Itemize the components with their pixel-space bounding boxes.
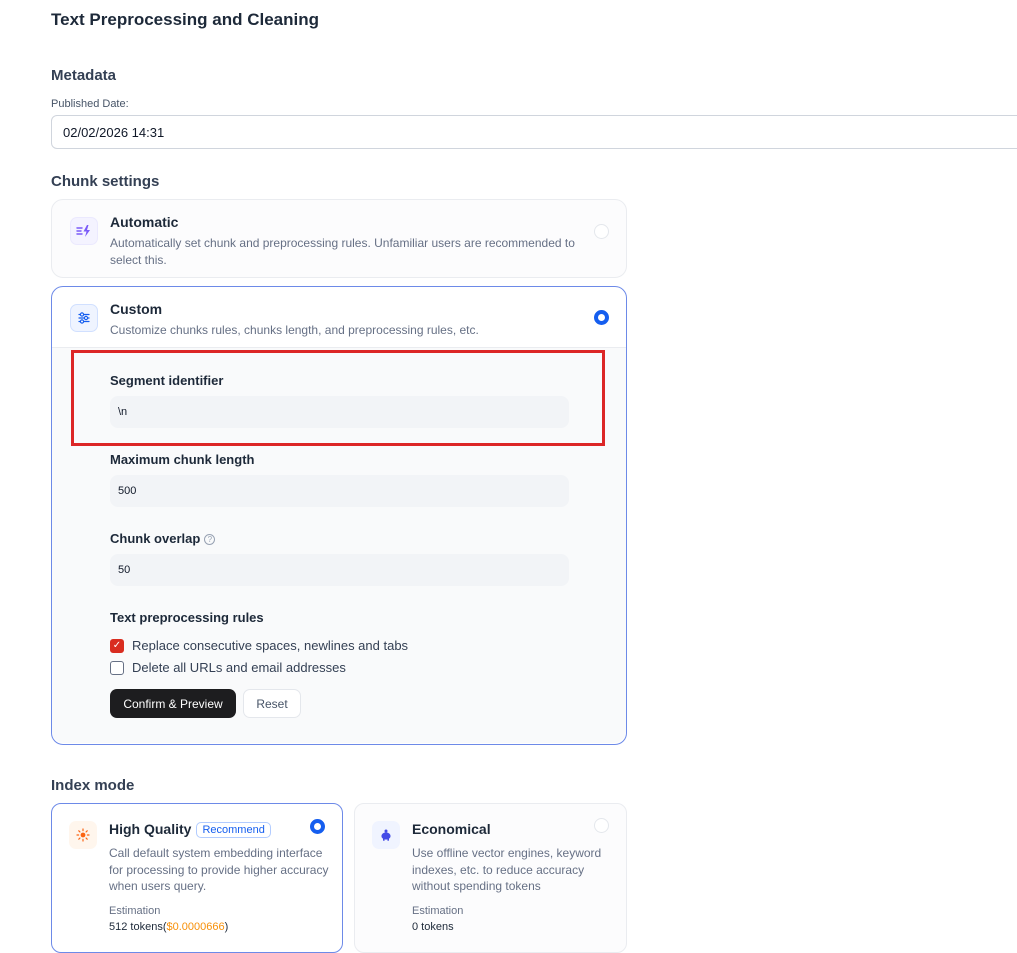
automatic-title: Automatic (110, 214, 179, 230)
estimation-close: ) (224, 921, 229, 933)
sliders-icon (70, 304, 98, 332)
max-chunk-length-input[interactable]: 500 (110, 475, 569, 507)
reset-button[interactable]: Reset (243, 689, 301, 718)
high-quality-description: Call default system embedding interface … (109, 846, 329, 893)
index-mode-title: Index mode (51, 777, 135, 794)
sun-icon (69, 821, 97, 849)
high-quality-option-card[interactable]: High Quality Recommend Call default syste… (51, 803, 343, 953)
custom-description: Customize chunks rules, chunks length, a… (110, 323, 479, 337)
economical-radio[interactable] (594, 818, 609, 833)
automatic-radio[interactable] (594, 224, 609, 239)
custom-title: Custom (110, 301, 163, 317)
max-chunk-length-label: Maximum chunk length (110, 452, 255, 467)
page-title: Text Preprocessing and Cleaning (51, 10, 319, 29)
economical-estimation-value: 0 tokens (412, 921, 454, 933)
economical-option-card[interactable]: Economical Use offline vector engines, k… (354, 803, 627, 953)
rule-label: Replace consecutive spaces, newlines and… (132, 638, 409, 653)
high-quality-estimation-value: 512 tokens($0.0000666) (109, 921, 228, 933)
economical-title: Economical (412, 821, 491, 837)
chunk-overlap-input[interactable]: 50 (110, 554, 569, 586)
metadata-section-title: Metadata (51, 67, 117, 84)
help-icon[interactable]: ? (204, 534, 216, 545)
confirm-preview-button[interactable]: Confirm & Preview (110, 689, 236, 718)
estimation-cost: $0.0000666 (166, 921, 225, 933)
recommend-badge: Recommend (196, 822, 271, 838)
rule-delete-urls[interactable]: Delete all URLs and email addresses (110, 660, 346, 675)
piggy-bank-icon (372, 821, 400, 849)
published-date-label: Published Date: (51, 98, 129, 110)
rule-replace-spaces[interactable]: ✓ Replace consecutive spaces, newlines a… (110, 638, 408, 653)
estimation-tokens: 512 tokens( (109, 921, 167, 933)
checkbox-unchecked-icon[interactable] (110, 660, 124, 675)
high-quality-estimation-label: Estimation (109, 905, 161, 917)
economical-description: Use offline vector engines, keyword inde… (412, 846, 602, 893)
chunk-settings-title: Chunk settings (51, 173, 160, 190)
high-quality-title-text: High Quality (109, 821, 192, 837)
published-date-input[interactable]: 02/02/2026 14:31 (51, 115, 1017, 149)
high-quality-title: High Quality Recommend (109, 821, 271, 838)
custom-radio[interactable] (594, 310, 609, 325)
chunk-overlap-label: Chunk overlap? (110, 531, 216, 546)
highlight-annotation-box (71, 350, 605, 446)
lightning-icon (70, 217, 98, 245)
high-quality-radio[interactable] (310, 819, 325, 834)
preprocessing-rules-label: Text preprocessing rules (110, 610, 264, 625)
rule-label: Delete all URLs and email addresses (132, 660, 346, 675)
automatic-option-card[interactable]: Automatic Automatically set chunk and pr… (51, 199, 627, 278)
automatic-description: Automatically set chunk and preprocessin… (110, 236, 575, 267)
economical-estimation-label: Estimation (412, 905, 464, 917)
checkbox-checked-icon[interactable]: ✓ (110, 638, 124, 653)
chunk-overlap-label-text: Chunk overlap (110, 531, 201, 546)
